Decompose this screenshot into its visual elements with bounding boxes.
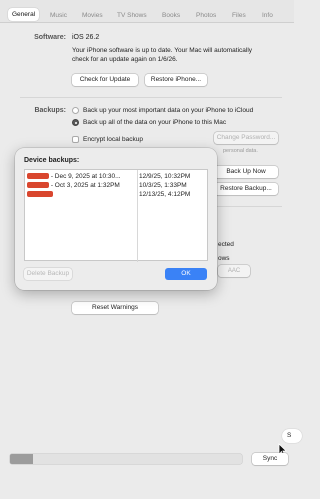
- tab-general[interactable]: General: [8, 8, 40, 21]
- aac-select[interactable]: AAC: [218, 265, 250, 277]
- check-for-update-button[interactable]: Check for Update: [72, 74, 138, 86]
- backup-date: 12/13/25, 4:12PM: [139, 191, 191, 198]
- options-windows-text: ows: [218, 255, 230, 262]
- delete-backup-button[interactable]: Delete Backup: [24, 268, 72, 280]
- sync-button[interactable]: Sync: [252, 453, 288, 465]
- tab-movies[interactable]: Movies: [82, 12, 103, 19]
- change-password-button[interactable]: Change Password...: [214, 132, 278, 144]
- software-version: iOS 26.2: [72, 34, 100, 41]
- dialog-title: Device backups:: [24, 157, 80, 164]
- backup-name: - Dec 9, 2025 at 10:30...: [50, 173, 121, 180]
- options-connected-text: ected: [218, 241, 234, 248]
- tab-music[interactable]: Music: [50, 12, 67, 19]
- bottom-bar: Sync: [0, 451, 294, 499]
- redacted-device-name: [27, 191, 53, 197]
- backup-date: 12/9/25, 10:32PM: [139, 173, 191, 180]
- ok-button[interactable]: OK: [165, 268, 207, 280]
- aac-select-label: AAC: [227, 268, 241, 274]
- device-backups-dialog: Device backups: - Dec 9, 2025 at 10:30..…: [15, 148, 217, 290]
- list-item[interactable]: 12/13/25, 4:12PM: [25, 190, 209, 199]
- tab-info[interactable]: Info: [262, 12, 273, 19]
- personal-data-text: personal data.: [223, 148, 258, 154]
- reset-warnings-button[interactable]: Reset Warnings: [72, 302, 158, 314]
- backup-name: - Oct 3, 2025 at 1:32PM: [50, 182, 120, 189]
- list-item[interactable]: - Dec 9, 2025 at 10:30... 12/9/25, 10:32…: [25, 172, 209, 181]
- software-status-line2: check for an update again on 1/6/26.: [72, 56, 178, 63]
- mac-backup-label: Back up all of the data on your iPhone t…: [83, 119, 227, 126]
- encrypt-backup-label: Encrypt local backup: [83, 136, 143, 143]
- redacted-device-name: [27, 173, 49, 179]
- mac-backup-radio[interactable]: [72, 119, 79, 126]
- back-up-now-button[interactable]: Back Up Now: [214, 166, 278, 178]
- encrypt-backup-checkbox[interactable]: [72, 136, 79, 143]
- icloud-backup-label: Back up your most important data on your…: [83, 107, 254, 114]
- restore-iphone-button[interactable]: Restore iPhone...: [145, 74, 207, 86]
- icloud-backup-radio[interactable]: [72, 107, 79, 114]
- tab-photos[interactable]: Photos: [196, 12, 216, 19]
- side-chip[interactable]: S: [282, 429, 302, 443]
- software-label: Software:: [34, 34, 66, 41]
- redacted-device-name: [27, 182, 49, 188]
- restore-backup-button[interactable]: Restore Backup...: [214, 183, 278, 195]
- side-chip-label: S: [287, 432, 292, 439]
- backups-list[interactable]: - Dec 9, 2025 at 10:30... 12/9/25, 10:32…: [24, 169, 209, 262]
- tab-books[interactable]: Books: [162, 12, 180, 19]
- list-item[interactable]: - Oct 3, 2025 at 1:32PM 10/3/25, 1:33PM: [25, 181, 209, 190]
- storage-used-fill: [10, 454, 34, 464]
- tab-tv-shows[interactable]: TV Shows: [117, 12, 147, 19]
- software-status-line1: Your iPhone software is up to date. Your…: [72, 47, 253, 54]
- backup-date: 10/3/25, 1:33PM: [139, 182, 187, 189]
- storage-bar: [10, 454, 242, 464]
- section-divider: [20, 97, 282, 98]
- backups-label: Backups:: [34, 107, 66, 114]
- tab-bar: General Music Movies TV Shows Books Phot…: [0, 0, 294, 23]
- tab-files[interactable]: Files: [232, 12, 246, 19]
